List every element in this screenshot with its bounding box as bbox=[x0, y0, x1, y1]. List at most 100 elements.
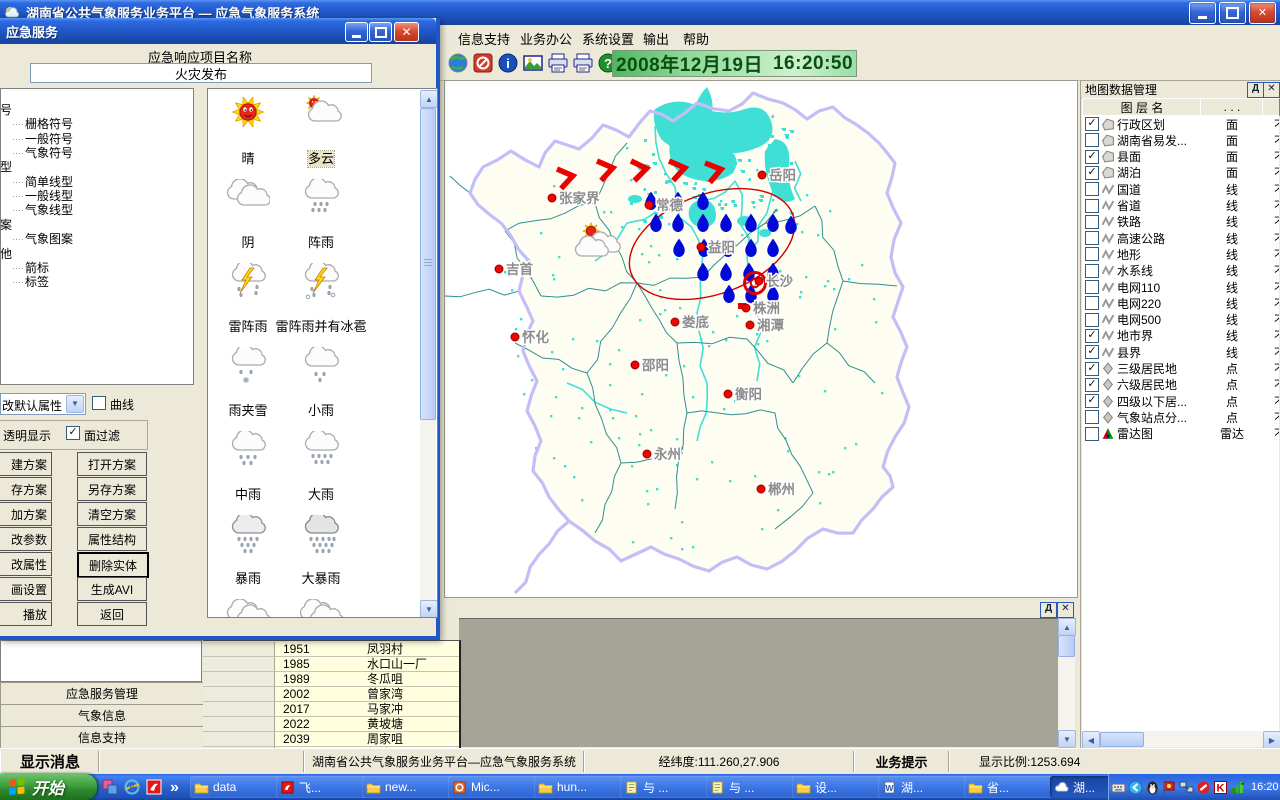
rain2-icon[interactable] bbox=[226, 431, 270, 471]
dialog-button-right-3[interactable]: 属性结构 bbox=[77, 527, 147, 551]
layer-row[interactable]: 电网220 线 不 bbox=[1082, 295, 1279, 311]
network-tray-icon[interactable] bbox=[1179, 780, 1194, 795]
weather-item-label[interactable]: 雨夹雪 bbox=[228, 403, 267, 419]
table-row[interactable]: 2002 曾家湾 bbox=[203, 687, 457, 702]
layer-row[interactable]: ✓ 六级居民地 点 不 bbox=[1082, 377, 1279, 393]
minimize-button[interactable] bbox=[345, 22, 368, 42]
scroll-down-icon[interactable]: ▼ bbox=[1058, 730, 1076, 748]
task-button-5[interactable]: 与 ... bbox=[620, 776, 712, 798]
messenger-tray-icon[interactable] bbox=[1128, 780, 1143, 795]
close-icon[interactable]: ✕ bbox=[1057, 602, 1074, 618]
layer-row[interactable]: ✓ 县界 线 不 bbox=[1082, 344, 1279, 360]
task-button-9[interactable]: 省... bbox=[964, 776, 1056, 798]
block-tray-icon[interactable] bbox=[1196, 780, 1211, 795]
scroll-left-icon[interactable]: ◀ bbox=[1082, 731, 1100, 749]
layer-row[interactable]: 湖南省易发... 面 不 bbox=[1082, 132, 1279, 148]
quicklaunch-overflow[interactable]: » bbox=[170, 779, 179, 797]
scroll-up-icon[interactable]: ▲ bbox=[420, 90, 438, 108]
layers-col-extra[interactable] bbox=[1262, 98, 1280, 116]
layer-row[interactable]: ✓ 三级居民地 点 不 bbox=[1082, 361, 1279, 377]
layers-h-scrollbar[interactable]: ◀ ▶ bbox=[1082, 731, 1279, 747]
weather-scrollbar[interactable]: ▲ ▼ bbox=[420, 90, 436, 616]
dialog-button-left-0[interactable]: 建方案 bbox=[0, 452, 52, 476]
restore-button[interactable] bbox=[1219, 2, 1246, 24]
layer-checkbox[interactable]: ✓ bbox=[1085, 394, 1099, 408]
layer-checkbox[interactable] bbox=[1085, 313, 1099, 327]
sun-icon[interactable] bbox=[226, 95, 270, 135]
layer-checkbox[interactable] bbox=[1085, 199, 1099, 213]
app-quicklaunch-icon[interactable] bbox=[102, 779, 118, 795]
suncloud-icon[interactable] bbox=[299, 95, 343, 135]
layer-checkbox[interactable]: ✓ bbox=[1085, 362, 1099, 376]
clouds-icon[interactable] bbox=[226, 599, 270, 618]
globe-icon[interactable] bbox=[446, 51, 469, 74]
print-icon[interactable] bbox=[546, 51, 569, 74]
task-button-10[interactable]: 湖... bbox=[1050, 776, 1114, 798]
layer-row[interactable]: 国道 线 不 bbox=[1082, 181, 1279, 197]
dialog-button-right-2[interactable]: 清空方案 bbox=[77, 502, 147, 526]
tree-item[interactable]: 一般线型 bbox=[11, 189, 73, 203]
default-attr-dropdown[interactable]: 改默认属性 ▼ bbox=[0, 393, 86, 415]
close-icon[interactable]: ✕ bbox=[1263, 82, 1280, 98]
menu-item-2[interactable]: 系统设置 bbox=[577, 28, 639, 49]
shower-icon[interactable] bbox=[299, 179, 343, 219]
scroll-right-icon[interactable]: ▶ bbox=[1263, 731, 1280, 749]
flyapp-quicklaunch-icon[interactable] bbox=[146, 779, 162, 795]
layer-checkbox[interactable] bbox=[1085, 133, 1099, 147]
pin-icon[interactable]: Д bbox=[1040, 602, 1057, 618]
task-button-2[interactable]: new... bbox=[362, 776, 454, 798]
layer-row[interactable]: ✓ 行政区划 面 不 bbox=[1082, 116, 1279, 132]
bottom-panel-scrollbar[interactable]: ▲ ▼ bbox=[1058, 618, 1075, 746]
qq-tray-icon[interactable] bbox=[1145, 780, 1160, 795]
dialog-button-right-0[interactable]: 打开方案 bbox=[77, 452, 147, 476]
storm2-icon[interactable] bbox=[299, 515, 343, 555]
weather-item-label[interactable]: 晴 bbox=[241, 151, 254, 167]
restore-button[interactable] bbox=[369, 22, 392, 42]
sidebar-button-1[interactable]: 气象信息 bbox=[0, 704, 204, 727]
tree-item[interactable]: 其他 bbox=[0, 247, 12, 261]
layer-row[interactable]: ✓ 四级以下居... 点 不 bbox=[1082, 393, 1279, 409]
message-list-box[interactable] bbox=[0, 640, 202, 682]
table-row[interactable]: 2017 马家冲 bbox=[203, 702, 457, 717]
dialog-button-right-4[interactable]: 删除实体 bbox=[77, 552, 149, 578]
tree-item[interactable]: 符号 bbox=[0, 103, 12, 117]
task-button-3[interactable]: Mic... bbox=[448, 776, 540, 798]
clouds-icon[interactable] bbox=[226, 179, 270, 219]
layer-checkbox[interactable]: ✓ bbox=[1085, 345, 1099, 359]
tree-item[interactable]: 线型 bbox=[0, 160, 12, 174]
dialog-button-left-6[interactable]: 播放 bbox=[0, 602, 52, 626]
dialog-button-right-5[interactable]: 生成AVI bbox=[77, 577, 147, 601]
tree-item[interactable]: 简单线型 bbox=[11, 175, 73, 189]
weather-item-label[interactable]: 中雨 bbox=[235, 487, 261, 503]
layer-checkbox[interactable]: ✓ bbox=[1085, 150, 1099, 164]
keyboard-tray-icon[interactable] bbox=[1111, 780, 1126, 795]
table-row[interactable]: 2022 黄坡塘 bbox=[203, 717, 457, 732]
pin-icon[interactable]: Д bbox=[1247, 82, 1264, 98]
layer-checkbox[interactable] bbox=[1085, 410, 1099, 424]
tree-item[interactable]: 标签 bbox=[11, 275, 49, 289]
thunderhail-icon[interactable] bbox=[299, 263, 343, 303]
dialog-button-left-4[interactable]: 改属性 bbox=[0, 552, 52, 576]
task-button-7[interactable]: 设... bbox=[792, 776, 884, 798]
start-button[interactable]: 开始 bbox=[0, 774, 97, 800]
stop-icon[interactable] bbox=[471, 51, 494, 74]
scroll-thumb[interactable] bbox=[1058, 635, 1075, 657]
layer-row[interactable]: 气象站点分... 点 不 bbox=[1082, 409, 1279, 425]
layer-checkbox[interactable]: ✓ bbox=[1085, 117, 1099, 131]
project-name-input[interactable] bbox=[30, 63, 372, 83]
station-table[interactable]: 1951 凤羽村 1985 水口山一厂 1989 冬瓜咀 2002 曾家湾 20… bbox=[203, 640, 461, 749]
sidebar-button-0[interactable]: 应急服务管理 bbox=[0, 682, 204, 705]
weather-item-label[interactable]: 大雨 bbox=[308, 487, 334, 503]
layer-checkbox[interactable] bbox=[1085, 280, 1099, 294]
layer-checkbox[interactable] bbox=[1085, 247, 1099, 261]
scroll-down-icon[interactable]: ▼ bbox=[420, 600, 438, 618]
dialog-button-right-1[interactable]: 另存方案 bbox=[77, 477, 147, 501]
weather-item-label[interactable]: 雷阵雨并有冰雹 bbox=[275, 319, 366, 335]
task-button-6[interactable]: 与 ... bbox=[706, 776, 798, 798]
scroll-thumb[interactable] bbox=[1100, 732, 1144, 747]
layer-row[interactable]: 电网110 线 不 bbox=[1082, 279, 1279, 295]
ie-quicklaunch-icon[interactable]: e bbox=[124, 779, 140, 795]
layer-row[interactable]: 高速公路 线 不 bbox=[1082, 230, 1279, 246]
flag-tray-icon[interactable] bbox=[1162, 780, 1177, 795]
curve-checkbox[interactable] bbox=[92, 396, 106, 410]
